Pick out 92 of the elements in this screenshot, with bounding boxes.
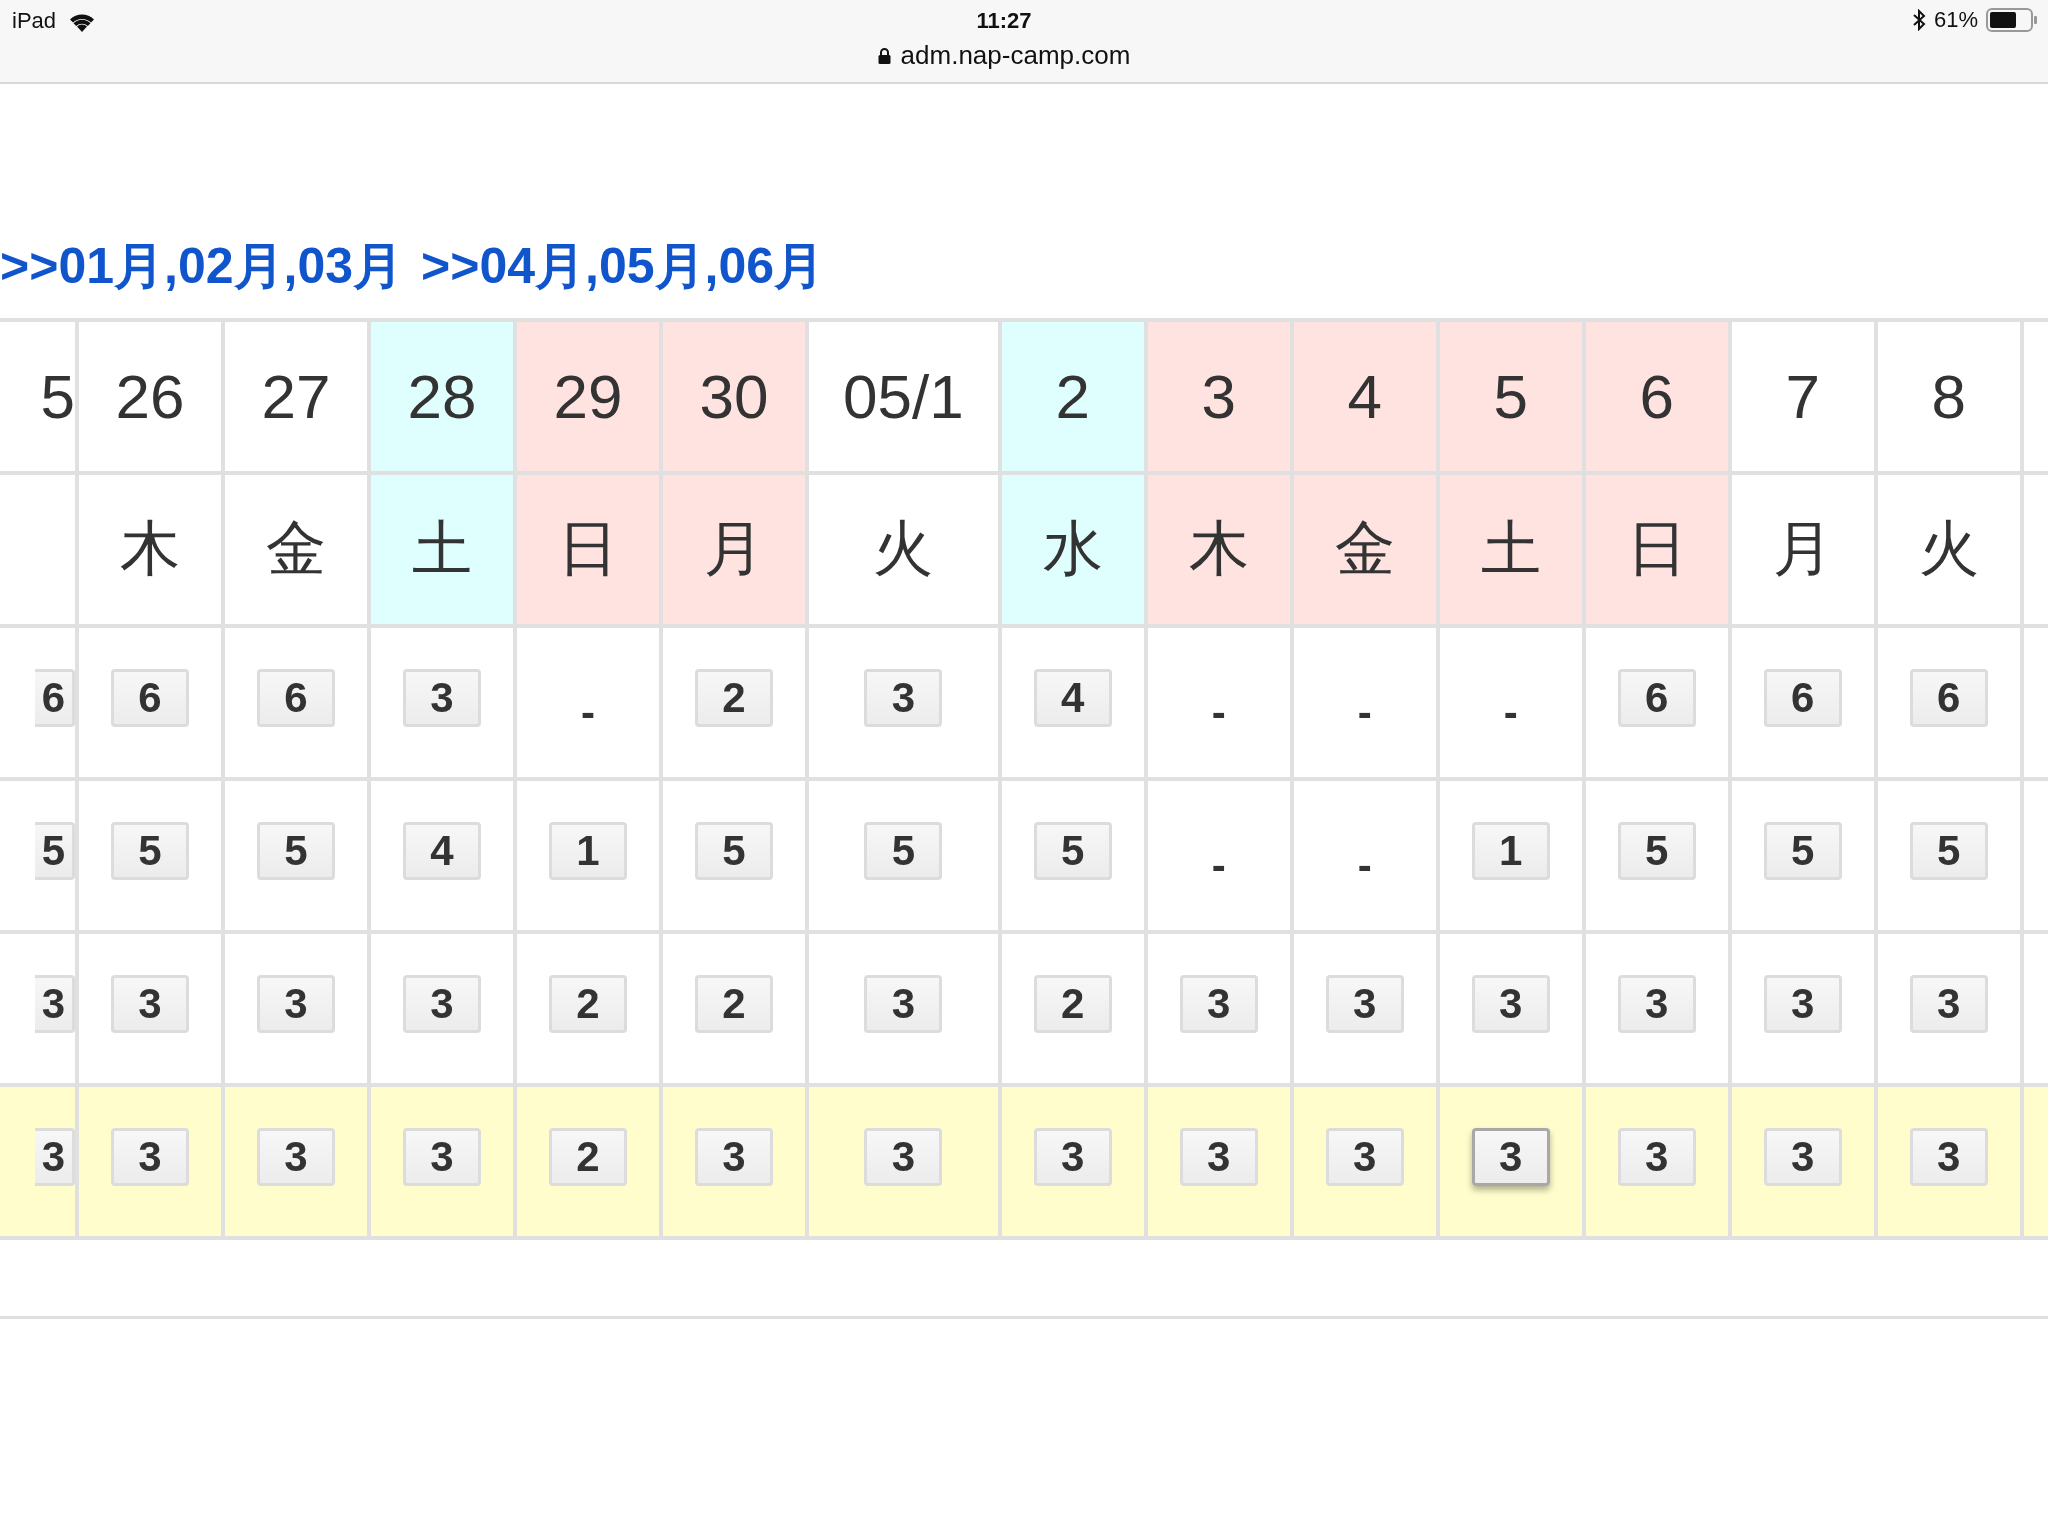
battery-icon	[1986, 8, 2038, 32]
count-button[interactable]: 3	[1617, 1127, 1696, 1186]
count-button[interactable]: 6	[1909, 668, 1988, 727]
count-button[interactable]: 2	[695, 974, 773, 1033]
count-button[interactable]: 3	[403, 974, 481, 1033]
date-cell: 26	[77, 320, 223, 473]
count-button[interactable]: 2	[549, 1127, 627, 1186]
date-cell: 7	[1729, 320, 1876, 473]
count-button[interactable]: 5	[1763, 821, 1842, 880]
weekday-cell: 水	[999, 473, 1146, 626]
weekday-cell: 土	[369, 473, 515, 626]
count-button[interactable]: 5	[864, 821, 943, 880]
weekday-cell: 木	[77, 473, 223, 626]
count-button[interactable]: 2	[695, 668, 773, 727]
month-link[interactable]: >>01月,02月,03月	[0, 236, 404, 308]
count-button[interactable]: 3	[864, 974, 943, 1033]
count-button[interactable]: 5	[35, 821, 73, 880]
count-button[interactable]: 6	[35, 668, 73, 727]
weekday-cell: 月	[661, 473, 807, 626]
count-button[interactable]: 3	[257, 974, 335, 1033]
date-cell: 4	[1291, 320, 1438, 473]
unavailable-mark: -	[1357, 688, 1372, 736]
date-cell: 30	[661, 320, 807, 473]
count-button[interactable]: 6	[111, 668, 189, 727]
weekday-cell: 木	[1145, 473, 1292, 626]
count-button[interactable]: 1	[1471, 821, 1550, 880]
unavailable-mark: -	[1357, 841, 1372, 889]
weekday-cell: 日	[1583, 473, 1730, 626]
status-time: 11:27	[976, 8, 1032, 34]
unavailable-mark: -	[1503, 688, 1518, 736]
count-button[interactable]: 2	[1033, 974, 1112, 1033]
unavailable-mark: -	[1211, 841, 1226, 889]
weekday-cell: 日	[515, 473, 661, 626]
month-link[interactable]: >>04月,05月,06月	[421, 236, 825, 308]
date-cell: 05/1	[807, 320, 1000, 473]
count-button[interactable]: 3	[35, 1127, 73, 1186]
count-button[interactable]: 5	[257, 821, 335, 880]
count-button[interactable]: 6	[1617, 668, 1696, 727]
count-button[interactable]: 3	[695, 1127, 773, 1186]
url-text[interactable]: adm.nap-camp.com	[900, 40, 1131, 71]
battery-percent: 61%	[1933, 7, 1978, 33]
date-cell: 28	[369, 320, 515, 473]
count-button[interactable]: 6	[1763, 668, 1842, 727]
date-cell: 29	[515, 320, 661, 473]
unavailable-mark: -	[581, 688, 595, 736]
count-button[interactable]: 2	[549, 974, 627, 1033]
weekday-cell: 火	[807, 473, 1000, 626]
count-button[interactable]: 5	[1617, 821, 1696, 880]
lock-icon	[877, 47, 891, 64]
date-cell: 2	[999, 320, 1146, 473]
count-button[interactable]: 3	[864, 1127, 943, 1186]
count-button[interactable]: 3	[257, 1127, 335, 1186]
weekday-cell: 月	[1729, 473, 1876, 626]
count-button[interactable]: 3	[1325, 974, 1404, 1033]
count-button[interactable]: 6	[257, 668, 335, 727]
date-cell: 8	[1875, 320, 2022, 473]
count-button[interactable]: 3	[1179, 1127, 1258, 1186]
count-button[interactable]: 3	[1617, 974, 1696, 1033]
count-button[interactable]: 5	[111, 821, 189, 880]
count-button[interactable]: 4	[1033, 668, 1112, 727]
unavailable-mark: -	[1211, 688, 1226, 736]
weekday-cell: 土	[1437, 473, 1584, 626]
count-button[interactable]: 3	[403, 668, 481, 727]
count-button[interactable]: 3	[1033, 1127, 1112, 1186]
date-cell: 3	[1145, 320, 1292, 473]
count-button[interactable]: 3	[1471, 1127, 1550, 1186]
date-cell: 5	[1437, 320, 1584, 473]
count-button[interactable]: 3	[111, 974, 189, 1033]
count-button[interactable]: 3	[403, 1127, 481, 1186]
count-button[interactable]: 5	[695, 821, 773, 880]
device-name: iPad	[12, 8, 57, 34]
count-button[interactable]: 3	[1763, 974, 1842, 1033]
count-button[interactable]: 3	[1909, 1127, 1988, 1186]
count-button[interactable]: 3	[1179, 974, 1258, 1033]
count-button[interactable]: 3	[1763, 1127, 1842, 1186]
weekday-cell: 火	[1875, 473, 2022, 626]
date-text: 5	[40, 362, 73, 431]
weekday-cell: 金	[1291, 473, 1438, 626]
count-button[interactable]: 3	[1909, 974, 1988, 1033]
count-button[interactable]: 1	[549, 821, 627, 880]
date-cell: 27	[223, 320, 369, 473]
count-button[interactable]: 3	[35, 974, 73, 1033]
count-button[interactable]: 3	[1325, 1127, 1404, 1186]
count-button[interactable]: 3	[111, 1127, 189, 1186]
count-button[interactable]: 4	[403, 821, 481, 880]
count-button[interactable]: 5	[1033, 821, 1112, 880]
count-button[interactable]: 3	[864, 668, 943, 727]
bluetooth-icon	[1911, 9, 1926, 31]
count-button[interactable]: 3	[1471, 974, 1550, 1033]
weekday-cell: 金	[223, 473, 369, 626]
date-cell: 6	[1583, 320, 1730, 473]
count-button[interactable]: 5	[1909, 821, 1988, 880]
